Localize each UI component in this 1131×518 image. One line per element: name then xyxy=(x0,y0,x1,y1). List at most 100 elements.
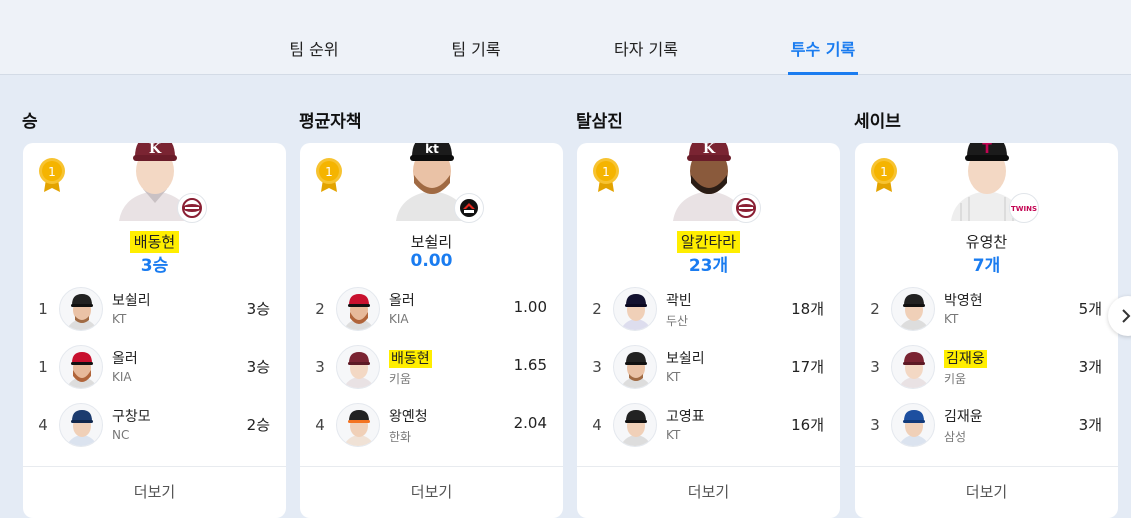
team-logo-kt xyxy=(454,193,484,223)
rank-number: 3 xyxy=(870,358,880,376)
leader-name[interactable]: 배동현 xyxy=(23,231,286,253)
player-team: KT xyxy=(666,370,681,384)
gold-medal-icon: 1 xyxy=(316,158,342,192)
player-name: 곽빈 xyxy=(666,293,692,309)
list-item[interactable]: 2 박영현 KT 5개 xyxy=(855,285,1118,335)
player-name: 보쉴리 xyxy=(666,351,705,367)
section-title-era: 평균자책 xyxy=(299,112,362,132)
player-name: 보쉴리 xyxy=(112,293,151,309)
avatar xyxy=(336,403,380,447)
list-item[interactable]: 3 보쉴리 KT 17개 xyxy=(577,343,840,393)
player-stat: 3개 xyxy=(1078,358,1102,376)
avatar xyxy=(59,403,103,447)
player-team: 두산 xyxy=(666,314,689,328)
list-item[interactable]: 2 올러 KIA 1.00 xyxy=(300,285,563,335)
section-title-wins: 승 xyxy=(22,112,38,132)
tab-batter-records[interactable]: 타자 기록 xyxy=(612,36,680,75)
more-button[interactable]: 더보기 xyxy=(855,466,1118,518)
svg-text:K: K xyxy=(148,143,161,157)
svg-text:T: T xyxy=(982,143,992,157)
rank-number: 4 xyxy=(38,416,48,434)
tab-team-standings[interactable]: 팀 순위 xyxy=(288,36,340,75)
rank-number: 3 xyxy=(870,416,880,434)
more-button[interactable]: 더보기 xyxy=(300,466,563,518)
player-stat: 3승 xyxy=(246,300,270,318)
tab-pitcher-records[interactable]: 투수 기록 xyxy=(788,36,858,75)
rank-number: 4 xyxy=(315,416,325,434)
player-stat: 1.00 xyxy=(513,298,547,316)
svg-text:1: 1 xyxy=(880,165,888,179)
player-stat: 5개 xyxy=(1078,300,1102,318)
player-name: 왕옌청 xyxy=(389,409,428,425)
svg-text:1: 1 xyxy=(325,165,333,179)
leader-name[interactable]: 알칸타라 xyxy=(577,231,840,253)
avatar xyxy=(891,287,935,331)
svg-text:TWINS: TWINS xyxy=(1011,205,1037,213)
leader-name[interactable]: 보쉴리 xyxy=(300,231,563,252)
leader-value: 3승 xyxy=(140,256,169,276)
player-team: KIA xyxy=(112,370,132,384)
player-name: 배동현 xyxy=(389,350,432,368)
list-item[interactable]: 3 배동현 키움 1.65 xyxy=(300,343,563,393)
record-tabs: 팀 순위 팀 기록 타자 기록 투수 기록 xyxy=(0,0,1131,75)
player-name: 구창모 xyxy=(112,409,151,425)
section-title-strikeouts: 탈삼진 xyxy=(576,112,623,132)
list-item[interactable]: 4 왕옌청 한화 2.04 xyxy=(300,401,563,451)
avatar xyxy=(336,287,380,331)
more-button[interactable]: 더보기 xyxy=(23,466,286,518)
player-name: 김재윤 xyxy=(944,409,983,425)
rank-number: 3 xyxy=(315,358,325,376)
avatar xyxy=(613,287,657,331)
rank-number: 4 xyxy=(592,416,602,434)
player-team: 한화 xyxy=(389,430,412,444)
leader-card-saves: 1 T TWINS 유영찬 7개 2 박영현 KT 5개 3 김재웅 키움 3개… xyxy=(855,143,1118,518)
leader-card-wins: 1 K 배동현 3승 1 보쉴리 KT 3승 1 올러 KIA 3승 4 구창모 xyxy=(23,143,286,518)
player-stat: 2.04 xyxy=(513,414,547,432)
list-item[interactable]: 4 고영표 KT 16개 xyxy=(577,401,840,451)
list-item[interactable]: 3 김재웅 키움 3개 xyxy=(855,343,1118,393)
rank-number: 2 xyxy=(315,300,325,318)
player-stat: 18개 xyxy=(791,300,824,318)
player-team: KT xyxy=(666,428,681,442)
gold-medal-icon: 1 xyxy=(39,158,65,192)
avatar xyxy=(336,345,380,389)
avatar xyxy=(613,345,657,389)
chevron-right-icon xyxy=(1122,309,1131,323)
avatar xyxy=(891,403,935,447)
list-item[interactable]: 1 올러 KIA 3승 xyxy=(23,343,286,393)
leader-card-era: 1 kt 보쉴리 0.00 2 올러 KIA 1.00 3 배동현 키움 1.6… xyxy=(300,143,563,518)
gold-medal-icon: 1 xyxy=(871,158,897,192)
rank-number: 3 xyxy=(592,358,602,376)
svg-text:1: 1 xyxy=(48,165,56,179)
player-name: 올러 xyxy=(112,351,138,367)
avatar xyxy=(891,345,935,389)
svg-text:1: 1 xyxy=(602,165,610,179)
player-team: 키움 xyxy=(944,372,967,386)
player-name: 박영현 xyxy=(944,293,983,309)
tab-team-records[interactable]: 팀 기록 xyxy=(450,36,502,75)
player-stat: 1.65 xyxy=(513,356,547,374)
svg-text:kt: kt xyxy=(425,143,439,156)
section-title-saves: 세이브 xyxy=(854,112,901,132)
player-stat: 2승 xyxy=(246,416,270,434)
leader-name[interactable]: 유영찬 xyxy=(855,231,1118,252)
list-item[interactable]: 3 김재윤 삼성 3개 xyxy=(855,401,1118,451)
more-button[interactable]: 더보기 xyxy=(577,466,840,518)
list-item[interactable]: 4 구창모 NC 2승 xyxy=(23,401,286,451)
team-logo-kiwoom xyxy=(177,193,207,223)
player-team: KT xyxy=(944,312,959,326)
team-logo-kiwoom xyxy=(731,193,761,223)
player-stat: 16개 xyxy=(791,416,824,434)
player-name: 고영표 xyxy=(666,409,705,425)
gold-medal-icon: 1 xyxy=(593,158,619,192)
avatar xyxy=(59,287,103,331)
list-item[interactable]: 1 보쉴리 KT 3승 xyxy=(23,285,286,335)
leader-card-strikeouts: 1 K 알칸타라 23개 2 곽빈 두산 18개 3 보쉴리 KT 17개 4 xyxy=(577,143,840,518)
rank-number: 1 xyxy=(38,358,48,376)
rank-number: 1 xyxy=(38,300,48,318)
player-name: 김재웅 xyxy=(944,350,987,368)
leader-value: 23개 xyxy=(688,256,729,276)
leader-value: 0.00 xyxy=(410,251,453,271)
list-item[interactable]: 2 곽빈 두산 18개 xyxy=(577,285,840,335)
player-name: 올러 xyxy=(389,293,415,309)
